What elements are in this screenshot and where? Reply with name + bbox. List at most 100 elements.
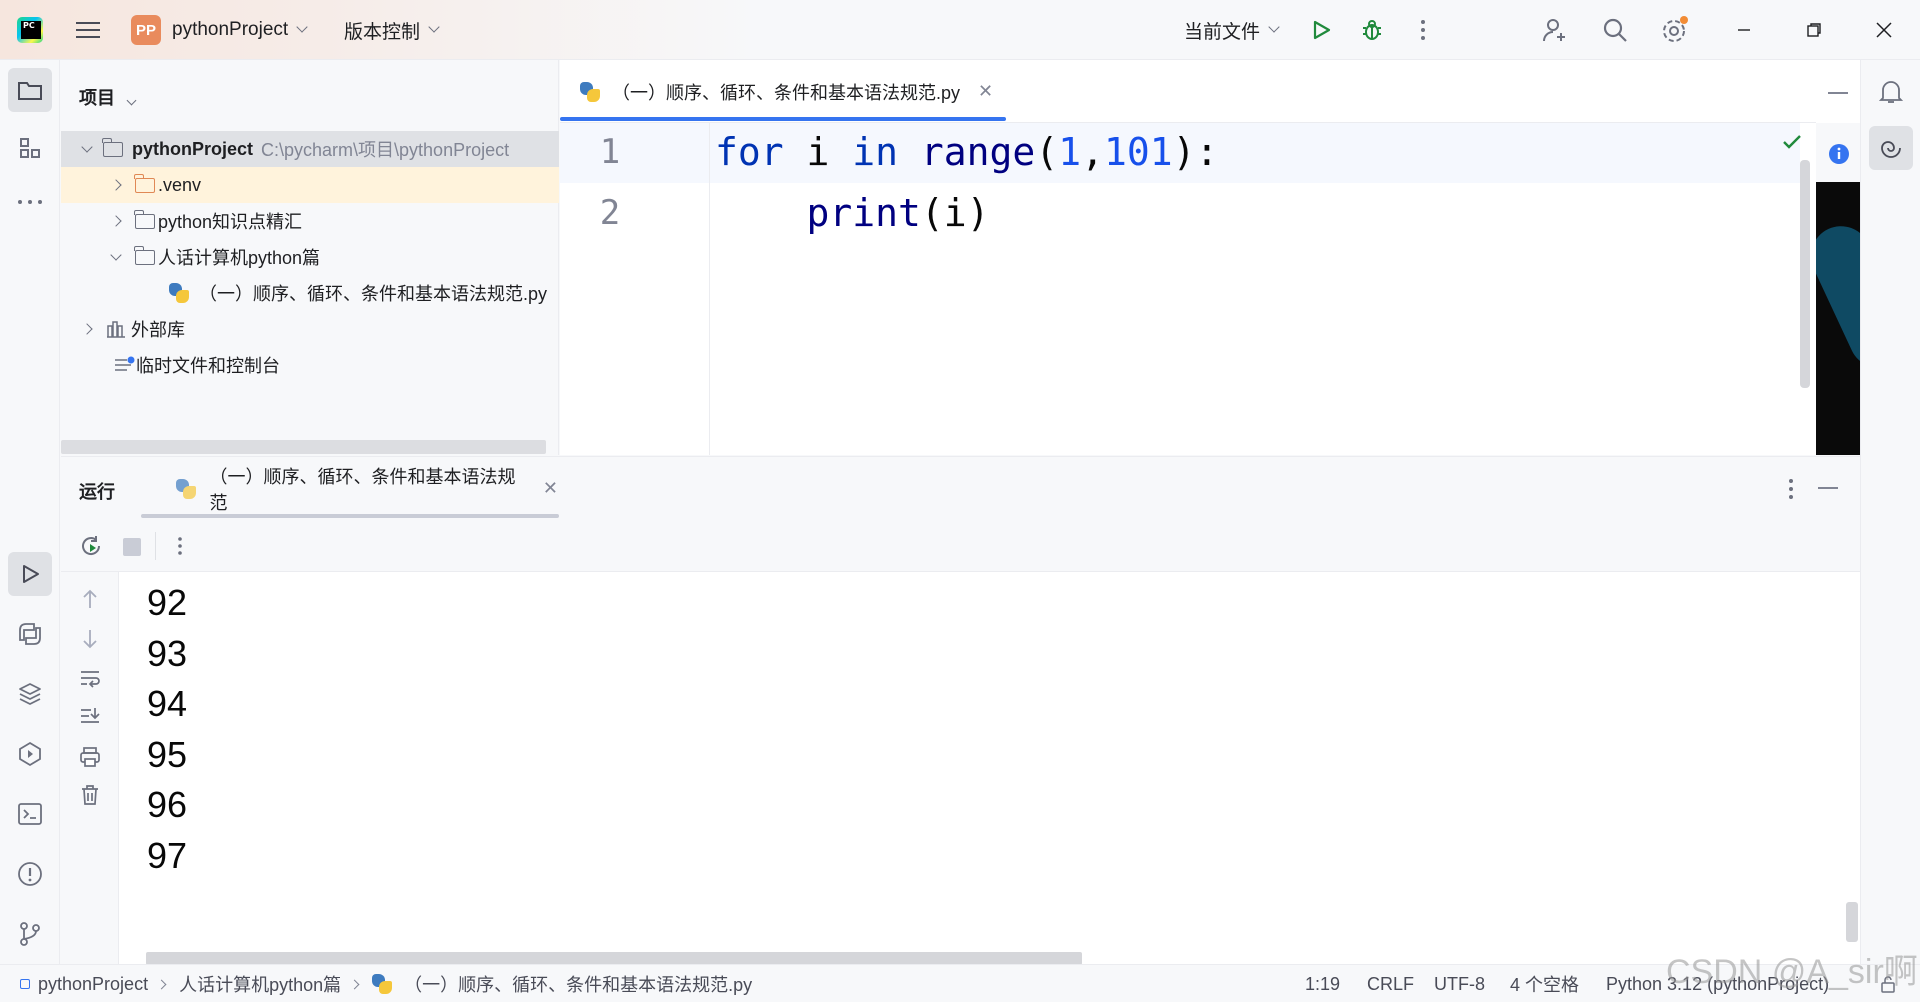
editor-vertical-scrollbar[interactable] bbox=[1800, 160, 1810, 388]
caret-position[interactable]: 1:19 bbox=[1305, 965, 1340, 1002]
close-window-button[interactable] bbox=[1860, 0, 1908, 60]
expand-arrow-icon[interactable] bbox=[110, 215, 122, 227]
editor-tab-active[interactable]: （一）顺序、循环、条件和基本语法规范.py ✕ bbox=[560, 60, 1006, 123]
right-tool-strip bbox=[1860, 60, 1920, 964]
code-punct: ( bbox=[1035, 130, 1059, 174]
tree-item-scratches[interactable]: 临时文件和控制台 bbox=[61, 347, 559, 383]
side-preview-image bbox=[1816, 182, 1860, 455]
python-packages-button[interactable] bbox=[8, 672, 52, 716]
structure-tool-button[interactable] bbox=[8, 126, 52, 170]
minimize-window-button[interactable] bbox=[1720, 0, 1768, 60]
search-icon bbox=[1603, 18, 1627, 42]
more-actions-button[interactable] bbox=[1420, 0, 1426, 60]
expand-arrow-icon[interactable] bbox=[81, 141, 93, 153]
breadcrumb-item[interactable]: pythonProject bbox=[38, 974, 148, 995]
tree-item-venv[interactable]: .venv bbox=[61, 167, 559, 203]
code-line-2[interactable]: print(i) bbox=[715, 191, 990, 235]
tree-item-project-root[interactable]: pythonProject C:\pycharm\项目\pythonProjec… bbox=[61, 131, 559, 167]
folder-icon bbox=[134, 173, 155, 193]
bell-icon bbox=[1879, 81, 1903, 103]
output-line: 96 bbox=[147, 784, 188, 825]
python-console-button[interactable] bbox=[8, 612, 52, 656]
breadcrumb-item[interactable]: （一）顺序、循环、条件和基本语法规范.py bbox=[404, 971, 752, 997]
encoding-selector[interactable]: UTF-8 bbox=[1434, 965, 1485, 1002]
tree-item-python-series[interactable]: 人话计算机python篇 bbox=[61, 239, 559, 275]
tree-item-python-notes[interactable]: python知识点精汇 bbox=[61, 203, 559, 239]
line-ending-selector[interactable]: CRLF bbox=[1367, 965, 1414, 1002]
terminal-button[interactable] bbox=[8, 792, 52, 836]
chevron-right-icon bbox=[349, 979, 360, 989]
project-badge: PP bbox=[131, 15, 161, 45]
rerun-button[interactable] bbox=[79, 534, 103, 563]
more-run-actions-button[interactable] bbox=[177, 536, 183, 561]
minimize-panel-icon[interactable] bbox=[1818, 487, 1838, 489]
code-identifier: i bbox=[783, 130, 853, 174]
indent-selector[interactable]: 4 个空格 bbox=[1510, 965, 1579, 1002]
chevron-down-icon bbox=[428, 21, 440, 33]
project-tool-button[interactable] bbox=[8, 68, 52, 112]
expand-arrow-icon[interactable] bbox=[110, 249, 122, 261]
run-tool-button[interactable] bbox=[8, 552, 52, 596]
close-tab-icon[interactable]: ✕ bbox=[543, 478, 558, 499]
trash-icon bbox=[82, 785, 98, 805]
breadcrumb-item[interactable]: 人话计算机python篇 bbox=[179, 971, 341, 997]
close-tab-icon[interactable]: ✕ bbox=[978, 81, 993, 102]
run-options-button[interactable] bbox=[1788, 478, 1794, 505]
tree-item-label: （一）顺序、循环、条件和基本语法规范.py bbox=[199, 284, 548, 304]
tree-item-external-libraries[interactable]: 外部库 bbox=[61, 311, 559, 347]
more-tools-button[interactable] bbox=[8, 180, 52, 224]
tree-item-py-file[interactable]: （一）顺序、循环、条件和基本语法规范.py bbox=[61, 275, 559, 311]
scroll-to-end-button[interactable] bbox=[79, 706, 101, 733]
minimize-editor-icon[interactable] bbox=[1828, 92, 1848, 94]
project-horizontal-scrollbar[interactable] bbox=[61, 440, 546, 454]
expand-arrow-icon[interactable] bbox=[110, 179, 122, 191]
code-function: print bbox=[806, 191, 921, 235]
soft-wrap-button[interactable] bbox=[79, 668, 101, 693]
ai-assistant-button[interactable] bbox=[1869, 126, 1913, 170]
expand-arrow-icon[interactable] bbox=[81, 323, 93, 335]
code-with-me-button[interactable] bbox=[1541, 0, 1569, 60]
debug-button[interactable] bbox=[1360, 0, 1384, 60]
ellipsis-icon bbox=[18, 200, 42, 204]
problems-button[interactable] bbox=[8, 852, 52, 896]
console-vertical-scrollbar[interactable] bbox=[1846, 902, 1858, 942]
editor-tab-label: （一）顺序、循环、条件和基本语法规范.py bbox=[612, 82, 961, 103]
clear-console-button[interactable] bbox=[80, 784, 100, 811]
stop-button[interactable] bbox=[123, 538, 141, 556]
project-tool-window: 项目 pythonProject C:\pycharm\项目\pythonPro… bbox=[61, 60, 559, 455]
notifications-button[interactable] bbox=[1869, 70, 1913, 114]
run-config-selector[interactable]: 当前文件 bbox=[1184, 0, 1280, 60]
code-number: 101 bbox=[1104, 130, 1173, 174]
inspection-ok-icon[interactable] bbox=[1782, 134, 1802, 155]
code-number: 1 bbox=[1058, 130, 1082, 174]
code-keyword: for bbox=[715, 130, 784, 174]
vcs-menu[interactable]: 版本控制 bbox=[344, 0, 440, 60]
run-button[interactable] bbox=[1310, 0, 1332, 60]
project-view-selector[interactable]: 项目 bbox=[79, 84, 137, 110]
settings-button[interactable] bbox=[1660, 0, 1690, 60]
services-button[interactable] bbox=[8, 732, 52, 776]
restore-window-button[interactable] bbox=[1790, 0, 1838, 60]
restore-icon bbox=[1807, 23, 1821, 37]
active-tab-indicator bbox=[560, 117, 1006, 121]
python-file-icon bbox=[580, 81, 600, 102]
console-output[interactable]: 92 93 94 95 96 97 bbox=[119, 572, 1860, 965]
output-line: 97 bbox=[147, 835, 188, 876]
print-button[interactable] bbox=[79, 746, 101, 773]
main-menu-icon[interactable] bbox=[76, 0, 100, 60]
vcs-menu-label: 版本控制 bbox=[344, 21, 421, 43]
project-switcher[interactable]: PP pythonProject bbox=[131, 0, 308, 60]
search-button[interactable] bbox=[1602, 0, 1628, 60]
kebab-menu-icon bbox=[178, 537, 182, 555]
active-tab-indicator bbox=[141, 514, 559, 518]
scroll-up-button[interactable] bbox=[80, 588, 100, 615]
rerun-icon bbox=[82, 536, 101, 555]
spiral-icon bbox=[1881, 141, 1901, 158]
code-line-1[interactable]: for i in range(1,101): bbox=[715, 130, 1218, 174]
version-control-button[interactable] bbox=[8, 912, 52, 956]
tree-item-label: pythonProject bbox=[132, 138, 254, 159]
scroll-down-button[interactable] bbox=[80, 628, 100, 655]
run-tab-active[interactable]: （一）顺序、循环、条件和基本语法规范 ✕ bbox=[158, 457, 558, 520]
tree-item-label: .venv bbox=[158, 174, 202, 195]
python-file-icon bbox=[176, 478, 197, 499]
